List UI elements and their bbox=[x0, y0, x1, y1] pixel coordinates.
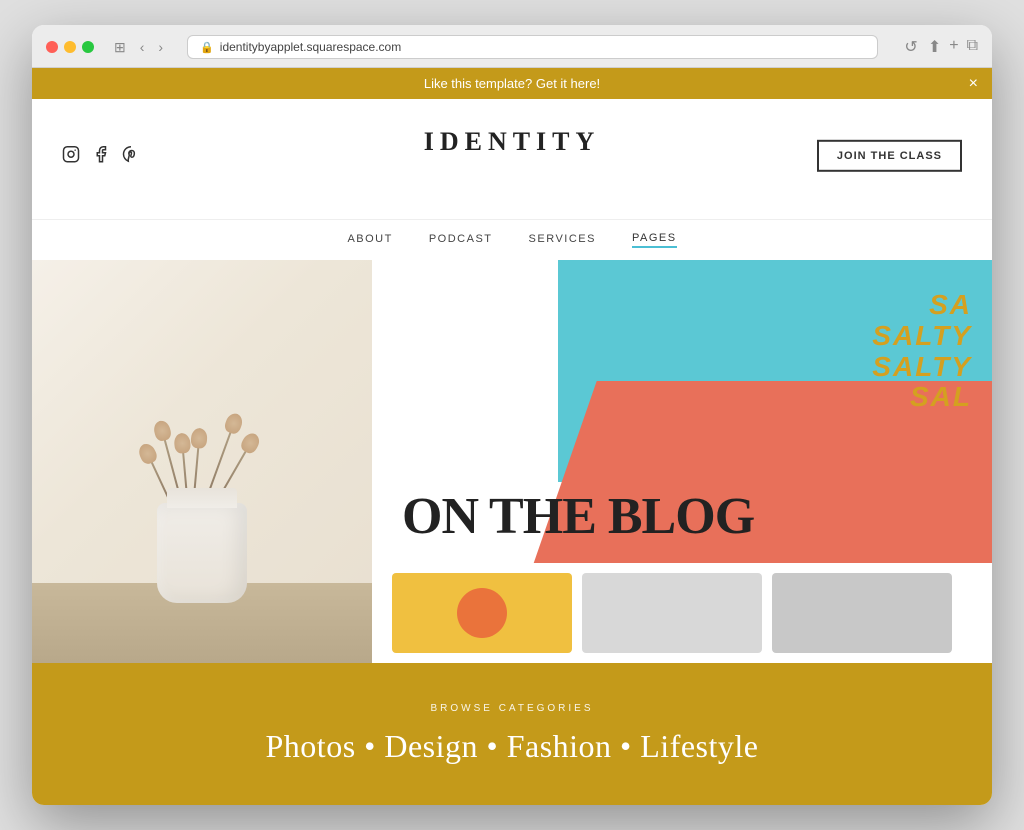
traffic-lights bbox=[46, 41, 94, 53]
flower-head-3 bbox=[223, 411, 245, 435]
instagram-icon[interactable] bbox=[62, 145, 80, 168]
social-icons bbox=[62, 145, 140, 168]
site-nav: ABOUT PODCAST SERVICES PAGES bbox=[32, 219, 992, 260]
pinterest-icon[interactable] bbox=[122, 145, 140, 168]
card-thumbnail-1[interactable] bbox=[392, 573, 572, 653]
browser-controls: ⊞ ‹ › bbox=[110, 37, 167, 58]
vase bbox=[157, 503, 247, 603]
browse-label: BROWSE CATEGORIES bbox=[62, 703, 962, 714]
share-icon[interactable]: ⬆ bbox=[928, 37, 941, 57]
lock-icon: 🔒 bbox=[200, 41, 214, 54]
flower-head-5 bbox=[239, 430, 263, 455]
flower-head-2 bbox=[190, 428, 208, 449]
flower-head-6 bbox=[173, 433, 191, 454]
banner-close-button[interactable]: × bbox=[969, 76, 978, 92]
browser-window: ⊞ ‹ › 🔒 identitybyapplet.squarespace.com… bbox=[32, 25, 992, 805]
hero-right: SASALTYSALTYSAL ON THE BLOG bbox=[372, 260, 992, 663]
browse-categories: Photos • Design • Fashion • Lifestyle bbox=[62, 728, 962, 765]
nav-podcast[interactable]: PODCAST bbox=[429, 233, 493, 247]
browser-chrome: ⊞ ‹ › 🔒 identitybyapplet.squarespace.com… bbox=[32, 25, 992, 68]
close-button[interactable] bbox=[46, 41, 58, 53]
cards-preview bbox=[372, 563, 992, 663]
banner-text: Like this template? Get it here! bbox=[424, 76, 600, 91]
vase-container bbox=[32, 260, 372, 663]
browse-section: BROWSE CATEGORIES Photos • Design • Fash… bbox=[32, 663, 992, 805]
url-text: identitybyapplet.squarespace.com bbox=[220, 40, 401, 54]
card-thumbnail-2[interactable] bbox=[582, 573, 762, 653]
reload-button[interactable]: ↺ bbox=[904, 37, 917, 57]
site-logo: IDENTITY bbox=[424, 127, 601, 157]
new-tab-icon[interactable]: + bbox=[949, 37, 958, 57]
flower-head-1 bbox=[152, 419, 173, 442]
nav-pages[interactable]: PAGES bbox=[632, 232, 677, 248]
maximize-button[interactable] bbox=[82, 41, 94, 53]
floral-background bbox=[32, 260, 372, 663]
nav-services[interactable]: SERVICES bbox=[529, 233, 596, 247]
blog-title: ON THE BLOG bbox=[402, 491, 754, 543]
browser-actions: ⬆ + ⧉ bbox=[928, 37, 978, 57]
top-banner: Like this template? Get it here! × bbox=[32, 68, 992, 99]
forward-button[interactable]: › bbox=[154, 37, 167, 57]
address-bar[interactable]: 🔒 identitybyapplet.squarespace.com bbox=[187, 35, 878, 59]
duplicate-icon[interactable]: ⧉ bbox=[967, 37, 978, 57]
hero-left-image bbox=[32, 260, 372, 663]
card-thumbnail-3[interactable] bbox=[772, 573, 952, 653]
flower-head-4 bbox=[136, 441, 159, 466]
window-layout-button[interactable]: ⊞ bbox=[110, 37, 130, 58]
website: Like this template? Get it here! × bbox=[32, 68, 992, 805]
minimize-button[interactable] bbox=[64, 41, 76, 53]
facebook-icon[interactable] bbox=[92, 145, 110, 168]
salty-overlay-text: SASALTYSALTYSAL bbox=[872, 290, 972, 413]
back-button[interactable]: ‹ bbox=[136, 37, 149, 57]
nav-about[interactable]: ABOUT bbox=[347, 233, 392, 247]
site-header: IDENTITY JOIN THE CLASS bbox=[32, 99, 992, 219]
join-button[interactable]: JOIN THE CLASS bbox=[817, 140, 962, 172]
hero-section: SASALTYSALTYSAL ON THE BLOG bbox=[32, 260, 992, 663]
